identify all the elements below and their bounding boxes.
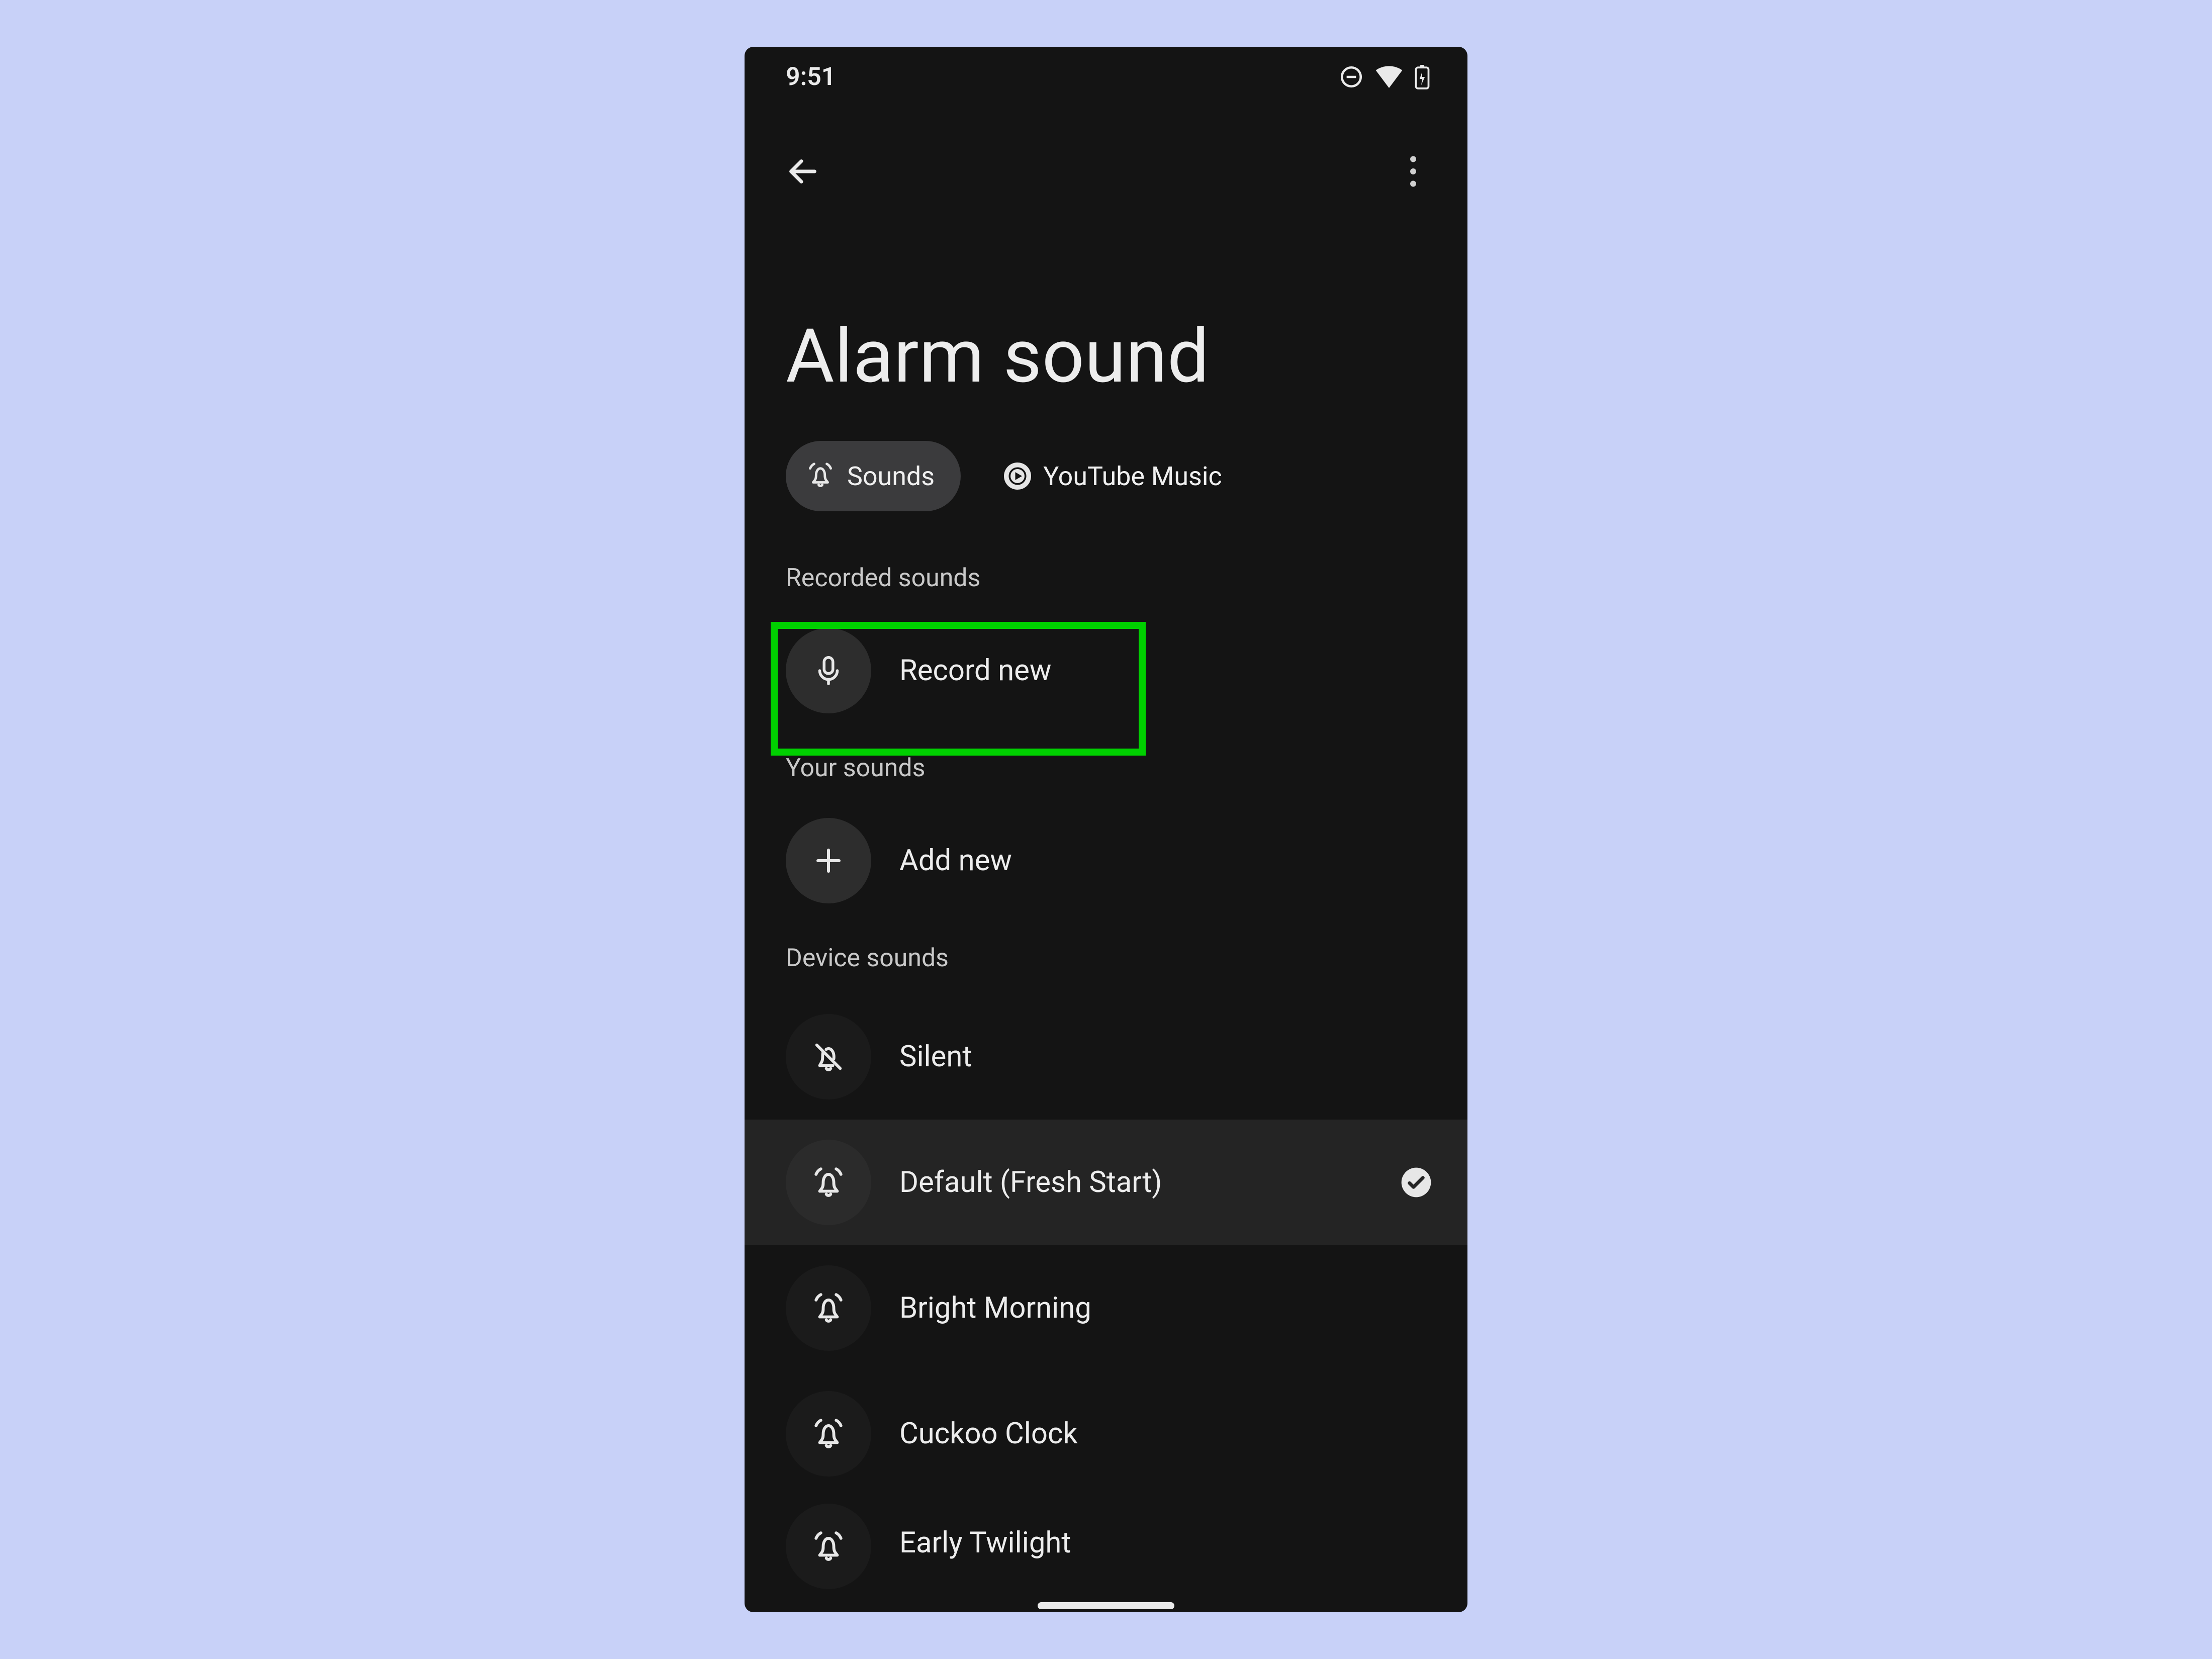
more-vert-icon (1402, 154, 1424, 191)
more-button[interactable] (1389, 148, 1437, 197)
row-silent[interactable]: Silent (745, 994, 1467, 1120)
chip-sounds[interactable]: Sounds (786, 441, 961, 511)
bell-off-icon (786, 1014, 871, 1099)
bell-ring-icon (786, 1140, 871, 1225)
status-time: 9:51 (786, 62, 836, 91)
phone-frame: 9:51 (745, 47, 1467, 1612)
row-early-twilight-label: Early Twilight (899, 1526, 1432, 1560)
status-bar: 9:51 (745, 47, 1467, 107)
row-default-label: Default (Fresh Start) (899, 1165, 1400, 1200)
row-early-twilight[interactable]: Early Twilight (745, 1497, 1467, 1572)
check-icon (1400, 1166, 1432, 1199)
plus-icon (786, 818, 871, 903)
row-bright-morning[interactable]: Bright Morning (745, 1245, 1467, 1371)
bell-ring-icon (786, 1391, 871, 1477)
status-icons (1339, 64, 1430, 89)
row-add-new-label: Add new (899, 844, 1432, 878)
section-device-sounds: Device sounds (745, 944, 1467, 973)
dnd-icon (1339, 64, 1364, 89)
arrow-left-icon (785, 154, 820, 191)
row-silent-label: Silent (899, 1040, 1432, 1074)
wifi-icon (1375, 66, 1403, 88)
nav-indicator (1038, 1602, 1174, 1609)
page-title: Alarm sound (786, 313, 1210, 400)
battery-icon (1414, 64, 1430, 89)
row-default[interactable]: Default (Fresh Start) (745, 1120, 1467, 1245)
bell-ring-icon (786, 1265, 871, 1351)
row-add-new[interactable]: Add new (745, 798, 1467, 924)
row-bright-morning-label: Bright Morning (899, 1291, 1432, 1325)
row-cuckoo-clock-label: Cuckoo Clock (899, 1417, 1432, 1451)
back-button[interactable] (779, 148, 827, 197)
source-chips: Sounds YouTube Music (786, 441, 1248, 511)
app-bar (745, 142, 1467, 203)
chip-youtube-music[interactable]: YouTube Music (984, 441, 1248, 511)
bell-ring-icon (806, 460, 835, 492)
chip-sounds-label: Sounds (847, 461, 935, 492)
bell-ring-icon (786, 1504, 871, 1589)
youtube-music-icon (1004, 463, 1031, 490)
row-record-new-label: Record new (899, 654, 1432, 688)
section-your-sounds: Your sounds (745, 754, 1467, 783)
chip-youtube-music-label: YouTube Music (1043, 461, 1222, 492)
microphone-icon (786, 628, 871, 713)
row-record-new[interactable]: Record new (745, 608, 1467, 733)
section-recorded-sounds: Recorded sounds (745, 564, 1467, 593)
row-cuckoo-clock[interactable]: Cuckoo Clock (745, 1371, 1467, 1497)
sound-list: Recorded sounds Record new Your sounds (745, 561, 1467, 1612)
